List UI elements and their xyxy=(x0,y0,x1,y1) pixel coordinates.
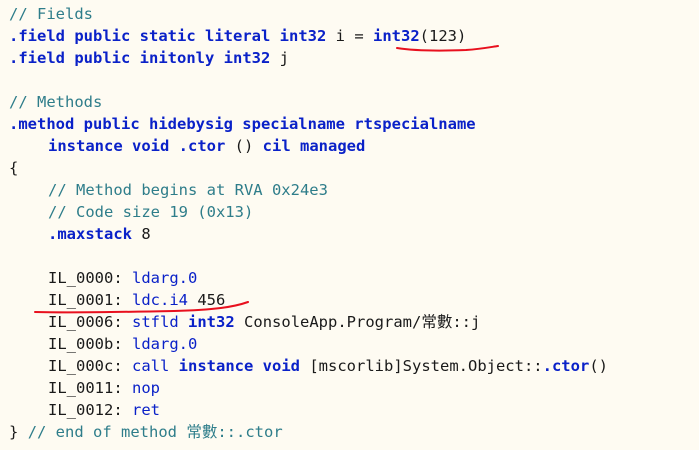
method-end-line: } // end of method 常數::.ctor xyxy=(9,421,699,443)
il-instruction: IL_0006: stfld int32 ConsoleApp.Program/… xyxy=(9,311,699,333)
rva-comment: // Method begins at RVA 0x24e3 xyxy=(48,181,328,199)
il-operand: ConsoleApp.Program/常數::j xyxy=(244,313,481,331)
field-i-declaration: .field public static literal int32 i = i… xyxy=(9,25,699,47)
field-modifiers: public initonly xyxy=(74,49,215,67)
il-label: IL_0000: xyxy=(48,269,123,287)
il-opcode: stfld xyxy=(132,313,179,331)
il-operand: [mscorlib]System.Object:: xyxy=(309,357,543,375)
ctor-name: .ctor xyxy=(178,137,226,155)
method-directive: .method xyxy=(9,115,75,133)
cil-managed-keyword: cil managed xyxy=(262,137,366,155)
ctor-name: .ctor xyxy=(542,357,590,375)
field-init-value: (123) xyxy=(419,27,467,45)
close-brace: } xyxy=(9,423,19,441)
il-label: IL_0001: xyxy=(48,291,123,309)
field-j-declaration: .field public initonly int32 j xyxy=(9,47,699,69)
method-declaration: .method public hidebysig specialname rts… xyxy=(9,113,699,135)
field-type: int32 xyxy=(223,49,271,67)
il-instruction: IL_0000: ldarg.0 xyxy=(9,267,699,289)
open-brace: { xyxy=(9,159,19,177)
il-opcode: nop xyxy=(132,379,160,397)
maxstack-value: 8 xyxy=(132,225,151,243)
field-init-type: int32 xyxy=(373,27,420,45)
maxstack-line: .maxstack 8 xyxy=(9,223,699,245)
field-type: int32 xyxy=(279,27,327,45)
il-label: IL_0012: xyxy=(48,401,123,419)
il-operand: 456 xyxy=(188,291,226,309)
method-parens: () xyxy=(225,137,263,155)
field-directive: .field xyxy=(9,27,65,45)
il-instruction: IL_0012: ret xyxy=(9,399,699,421)
method-signature: instance void .ctor () cil managed xyxy=(9,135,699,157)
il-label: IL_0006: xyxy=(48,313,123,331)
il-label: IL_000b: xyxy=(48,335,123,353)
il-instruction: IL_000c: call instance void [mscorlib]Sy… xyxy=(9,355,699,377)
il-label: IL_000c: xyxy=(48,357,123,375)
field-name: j xyxy=(270,49,290,67)
fields-comment: // Fields xyxy=(9,5,93,23)
field-modifiers: public static literal xyxy=(74,27,271,45)
il-opcode: ldarg.0 xyxy=(132,269,198,287)
field-directive: .field xyxy=(9,49,65,67)
il-opcode: ldarg.0 xyxy=(132,335,198,353)
il-code-listing: // Fields .field public static literal i… xyxy=(9,3,699,450)
methods-comment: // Methods xyxy=(9,93,103,111)
instance-keyword: instance xyxy=(178,357,254,375)
method-modifiers: public hidebysig specialname rtspecialna… xyxy=(83,115,476,133)
void-keyword: void xyxy=(262,357,300,375)
il-opcode: ret xyxy=(132,401,160,419)
il-label: IL_0011: xyxy=(48,379,123,397)
il-opcode: call xyxy=(132,357,170,375)
end-method-comment: // end of method 常數::.ctor xyxy=(27,423,283,441)
il-instruction: IL_000b: ldarg.0 xyxy=(9,333,699,355)
il-type: int32 xyxy=(188,313,235,331)
void-keyword: void xyxy=(132,137,170,155)
il-opcode: ldc.i4 xyxy=(132,291,188,309)
il-operand-suffix: () xyxy=(589,357,608,375)
il-instruction: IL_0001: ldc.i4 456 xyxy=(9,289,699,311)
maxstack-directive: .maxstack xyxy=(48,225,132,243)
instance-keyword: instance xyxy=(48,137,123,155)
code-size-comment: // Code size 19 (0x13) xyxy=(48,203,254,221)
il-instruction: IL_0011: nop xyxy=(9,377,699,399)
field-name: i = xyxy=(326,27,373,45)
